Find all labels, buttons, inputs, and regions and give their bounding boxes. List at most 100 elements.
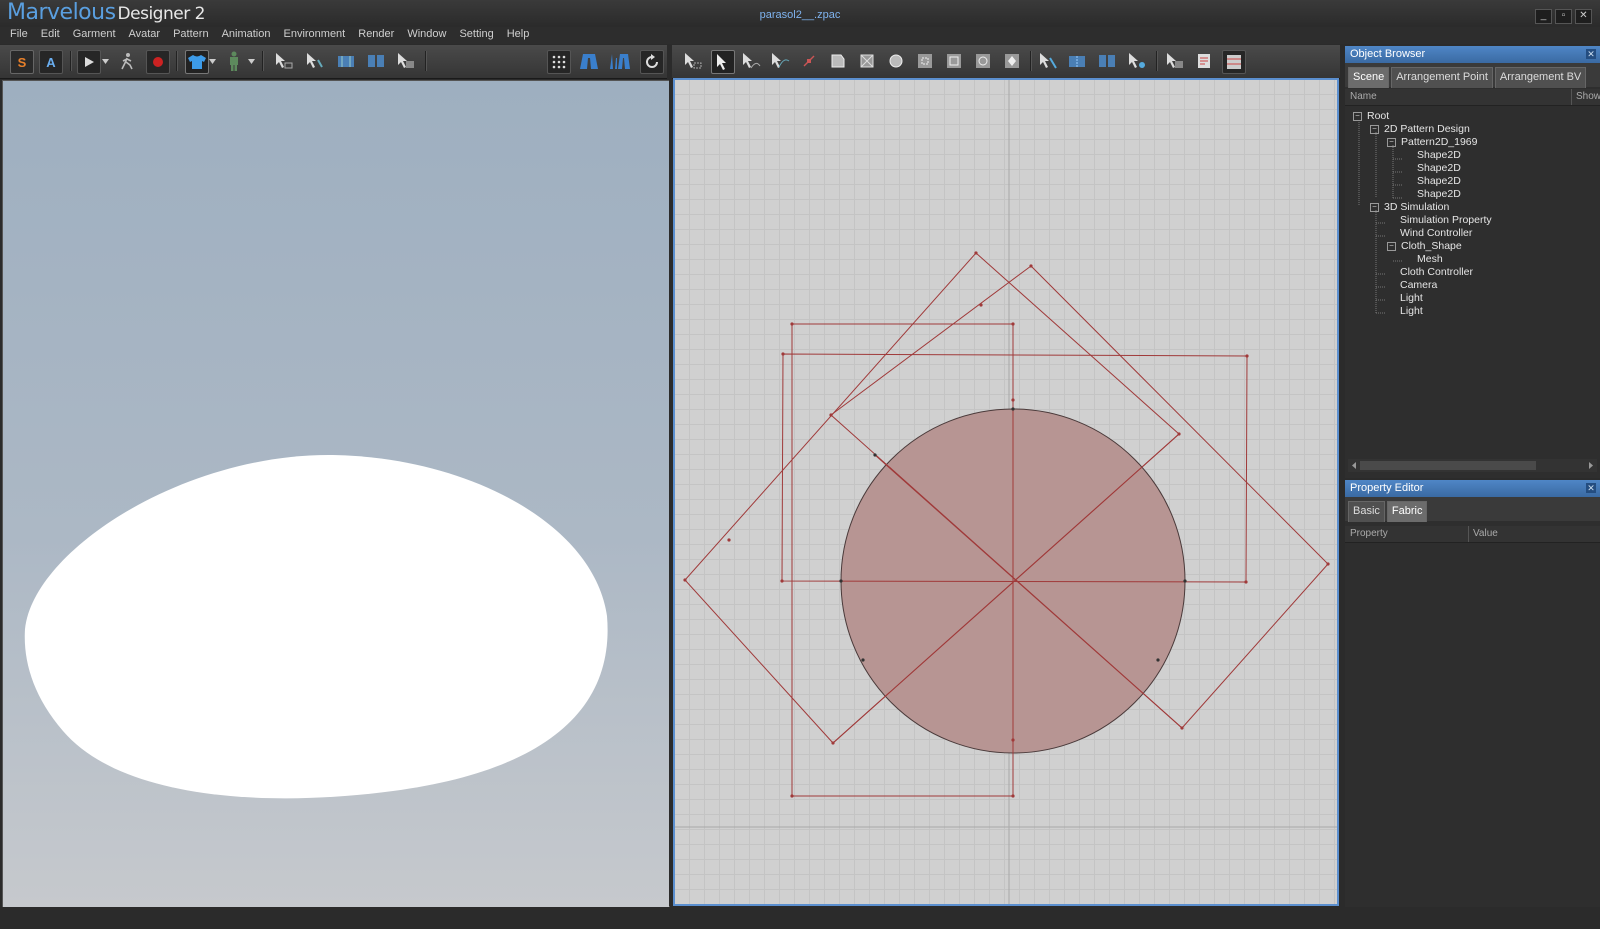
show-garment-button[interactable] <box>185 50 209 74</box>
object-browser-header: Object Browser ✕ <box>1345 46 1600 63</box>
menu-file[interactable]: File <box>10 27 28 44</box>
tab-arrangement-point[interactable]: Arrangement Point <box>1391 67 1493 88</box>
polygon-tool-button[interactable] <box>827 50 849 72</box>
garment-front-button[interactable] <box>578 50 600 72</box>
panels-icon <box>368 55 384 67</box>
play-button[interactable] <box>77 50 101 74</box>
viewport-splitter[interactable] <box>669 80 672 906</box>
sewing-panels-icon <box>1069 56 1085 67</box>
tree-node-mesh[interactable]: Mesh <box>1417 253 1443 266</box>
play-icon <box>85 57 94 67</box>
menu-garment[interactable]: Garment <box>73 27 116 44</box>
tack-tool-button[interactable] <box>304 50 326 72</box>
collapse-icon[interactable]: − <box>1370 203 1379 212</box>
circle-tool-button[interactable] <box>885 50 907 72</box>
internal-rectangle-button[interactable] <box>943 50 965 72</box>
check-sewing-button[interactable] <box>1126 50 1148 72</box>
menu-setting[interactable]: Setting <box>459 27 493 44</box>
collapse-icon[interactable]: − <box>1353 112 1362 121</box>
close-icon[interactable]: ✕ <box>1586 49 1596 59</box>
transform-pattern-button[interactable] <box>682 50 704 72</box>
menu-render[interactable]: Render <box>358 27 394 44</box>
tab-basic[interactable]: Basic <box>1348 501 1385 522</box>
tree-node-shape2d[interactable]: Shape2D <box>1417 188 1461 201</box>
tree-node-2d-pattern-design[interactable]: −2D Pattern Design <box>1370 123 1470 136</box>
menu-pattern[interactable]: Pattern <box>173 27 208 44</box>
simulate-mode-button[interactable]: S <box>10 50 34 74</box>
menu-animation[interactable]: Animation <box>222 27 271 44</box>
running-figure-icon <box>121 53 133 70</box>
arrow-select-icon <box>717 54 726 70</box>
edit-curve-point-button[interactable] <box>769 50 791 72</box>
dart-tool-button[interactable] <box>1001 50 1023 72</box>
tree-node-light[interactable]: Light <box>1400 305 1423 318</box>
restore-button[interactable]: ▫ <box>1555 9 1572 24</box>
internal-circle-button[interactable] <box>972 50 994 72</box>
object-browser-hscrollbar[interactable] <box>1348 459 1597 472</box>
tab-fabric[interactable]: Fabric <box>1386 501 1428 522</box>
segment-sewing-button[interactable] <box>1037 50 1059 72</box>
tree-node-pattern2d[interactable]: − Pattern2D_1969 <box>1387 136 1477 149</box>
tree-node-camera[interactable]: Camera <box>1400 279 1437 292</box>
reset-button[interactable] <box>640 50 664 74</box>
tree-node-root[interactable]: − Root <box>1353 110 1389 123</box>
edit-sewing-button[interactable] <box>1096 50 1118 72</box>
add-point-button[interactable] <box>798 50 820 72</box>
show-avatar-button[interactable] <box>223 50 245 72</box>
fold-garment-button[interactable] <box>335 50 357 72</box>
property-editor-column-header: Property Value <box>1345 526 1600 543</box>
column-property[interactable]: Property <box>1350 526 1388 542</box>
collapse-icon[interactable]: − <box>1387 242 1396 251</box>
menu-environment[interactable]: Environment <box>283 27 345 44</box>
free-sewing-button[interactable] <box>1066 50 1088 72</box>
tree-node-cloth-controller[interactable]: Cloth Controller <box>1400 266 1473 279</box>
menu-window[interactable]: Window <box>407 27 446 44</box>
tree-node-cloth-shape[interactable]: − Cloth_Shape <box>1387 240 1462 253</box>
tree-node-simulation-property[interactable]: Simulation Property <box>1400 214 1492 227</box>
scroll-thumb[interactable] <box>1360 461 1536 470</box>
column-show[interactable]: Show <box>1571 89 1600 105</box>
close-icon[interactable]: ✕ <box>1586 483 1596 493</box>
collapse-icon[interactable]: − <box>1387 138 1396 147</box>
tab-scene[interactable]: Scene <box>1348 67 1390 88</box>
menu-edit[interactable]: Edit <box>41 27 60 44</box>
show-points-button[interactable] <box>547 50 571 74</box>
record-button[interactable] <box>146 50 170 74</box>
note-button[interactable] <box>1193 50 1215 72</box>
tree-node-shape2d[interactable]: Shape2D <box>1417 162 1461 175</box>
menu-avatar[interactable]: Avatar <box>129 27 161 44</box>
close-button[interactable]: ✕ <box>1575 9 1592 24</box>
scroll-left-icon[interactable] <box>1350 459 1358 472</box>
avatar-pose-button[interactable] <box>116 50 138 72</box>
edit-curvature-button[interactable] <box>740 50 762 72</box>
menu-help[interactable]: Help <box>507 27 530 44</box>
select-mesh-button[interactable] <box>395 50 417 72</box>
tab-arrangement-bv[interactable]: Arrangement BV <box>1494 67 1587 88</box>
scroll-right-icon[interactable] <box>1587 459 1595 472</box>
internal-rectangle-icon <box>947 54 961 68</box>
edit-pattern-button[interactable] <box>711 50 735 74</box>
internal-polygon-button[interactable] <box>914 50 936 72</box>
fold-arrangement-button[interactable] <box>365 50 387 72</box>
select-move-3d-button[interactable] <box>273 50 295 72</box>
column-name[interactable]: Name <box>1350 89 1377 105</box>
avatar-dropdown-button[interactable] <box>246 50 256 72</box>
garment-dropdown-button[interactable] <box>207 50 217 72</box>
property-editor-tabs: Basic Fabric <box>1345 497 1600 522</box>
tree-node-light[interactable]: Light <box>1400 292 1423 305</box>
column-value[interactable]: Value <box>1468 526 1498 542</box>
select-trace-button[interactable] <box>1164 50 1186 72</box>
rectangle-tool-button[interactable] <box>856 50 878 72</box>
tree-node-3d-simulation[interactable]: −3D Simulation <box>1370 201 1449 214</box>
2d-pattern-viewport[interactable] <box>673 78 1339 906</box>
animate-mode-button[interactable]: A <box>39 50 63 74</box>
tree-node-wind-controller[interactable]: Wind Controller <box>1400 227 1472 240</box>
3d-viewport[interactable] <box>2 80 670 908</box>
garment-both-button[interactable] <box>609 50 631 72</box>
play-dropdown-button[interactable] <box>100 50 110 72</box>
grid-view-button[interactable] <box>1222 50 1246 74</box>
minimize-button[interactable]: _ <box>1535 9 1552 24</box>
tree-node-shape2d[interactable]: Shape2D <box>1417 149 1461 162</box>
tree-node-shape2d[interactable]: Shape2D <box>1417 175 1461 188</box>
collapse-icon[interactable]: − <box>1370 125 1379 134</box>
